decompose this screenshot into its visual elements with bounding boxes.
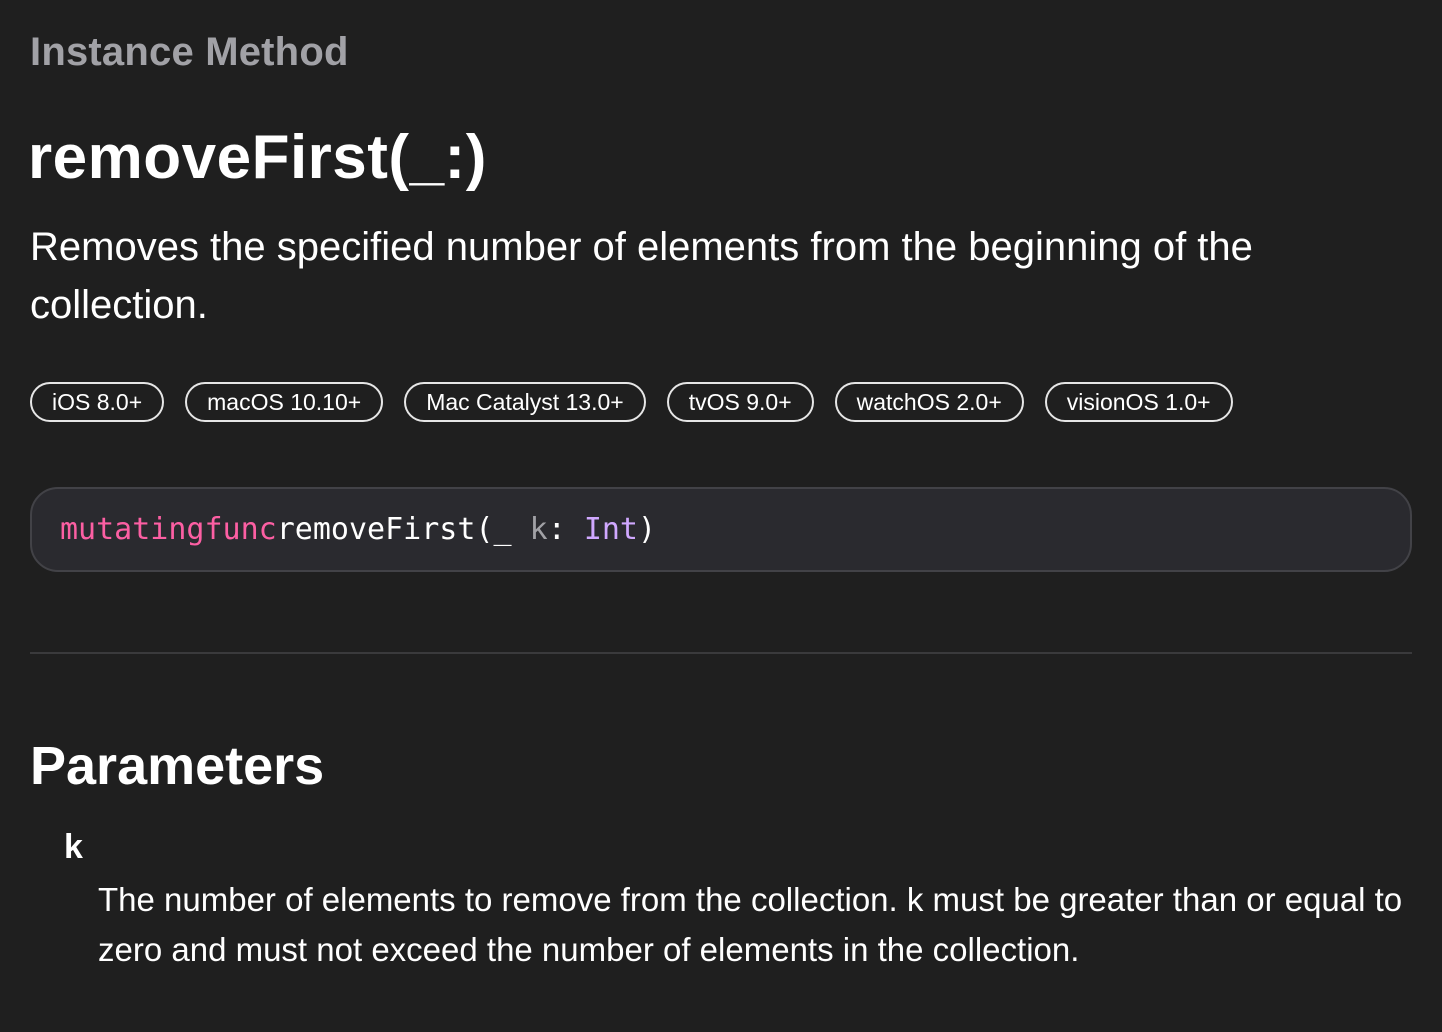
platform-badge-macos: macOS 10.10+ [185,382,384,422]
code-colon: : [547,512,584,547]
declaration-code-block: mutating func removeFirst(_ k: Int) [30,487,1412,572]
documentation-page: Instance Method removeFirst(_:) Removes … [0,0,1442,1032]
platform-badge-watchos: watchOS 2.0+ [834,382,1024,422]
symbol-kind-label: Instance Method [30,30,349,74]
code-keyword-mutating: mutating [60,512,205,547]
parameter-description-k: The number of elements to remove from th… [98,881,1403,968]
code-keyword-func: func [204,512,277,547]
platform-availability-list: iOS 8.0+ macOS 10.10+ Mac Catalyst 13.0+… [30,382,1233,422]
platform-badge-tvos: tvOS 9.0+ [666,382,814,422]
abstract-text: Removes the specified number of elements… [30,225,1253,327]
code-close-paren: ) [638,512,657,547]
code-function-name: removeFirst(_ [276,512,530,547]
code-type-int[interactable]: Int [584,512,638,547]
parameter-name-k: k [64,828,83,866]
platform-badge-visionos: visionOS 1.0+ [1044,382,1233,422]
platform-badge-ios: iOS 8.0+ [30,382,165,422]
platform-badge-mac-catalyst: Mac Catalyst 13.0+ [404,382,646,422]
section-divider [30,652,1412,654]
code-param-name: k [529,512,548,547]
page-title: removeFirst(_:) [28,123,487,192]
parameters-heading: Parameters [30,736,325,796]
